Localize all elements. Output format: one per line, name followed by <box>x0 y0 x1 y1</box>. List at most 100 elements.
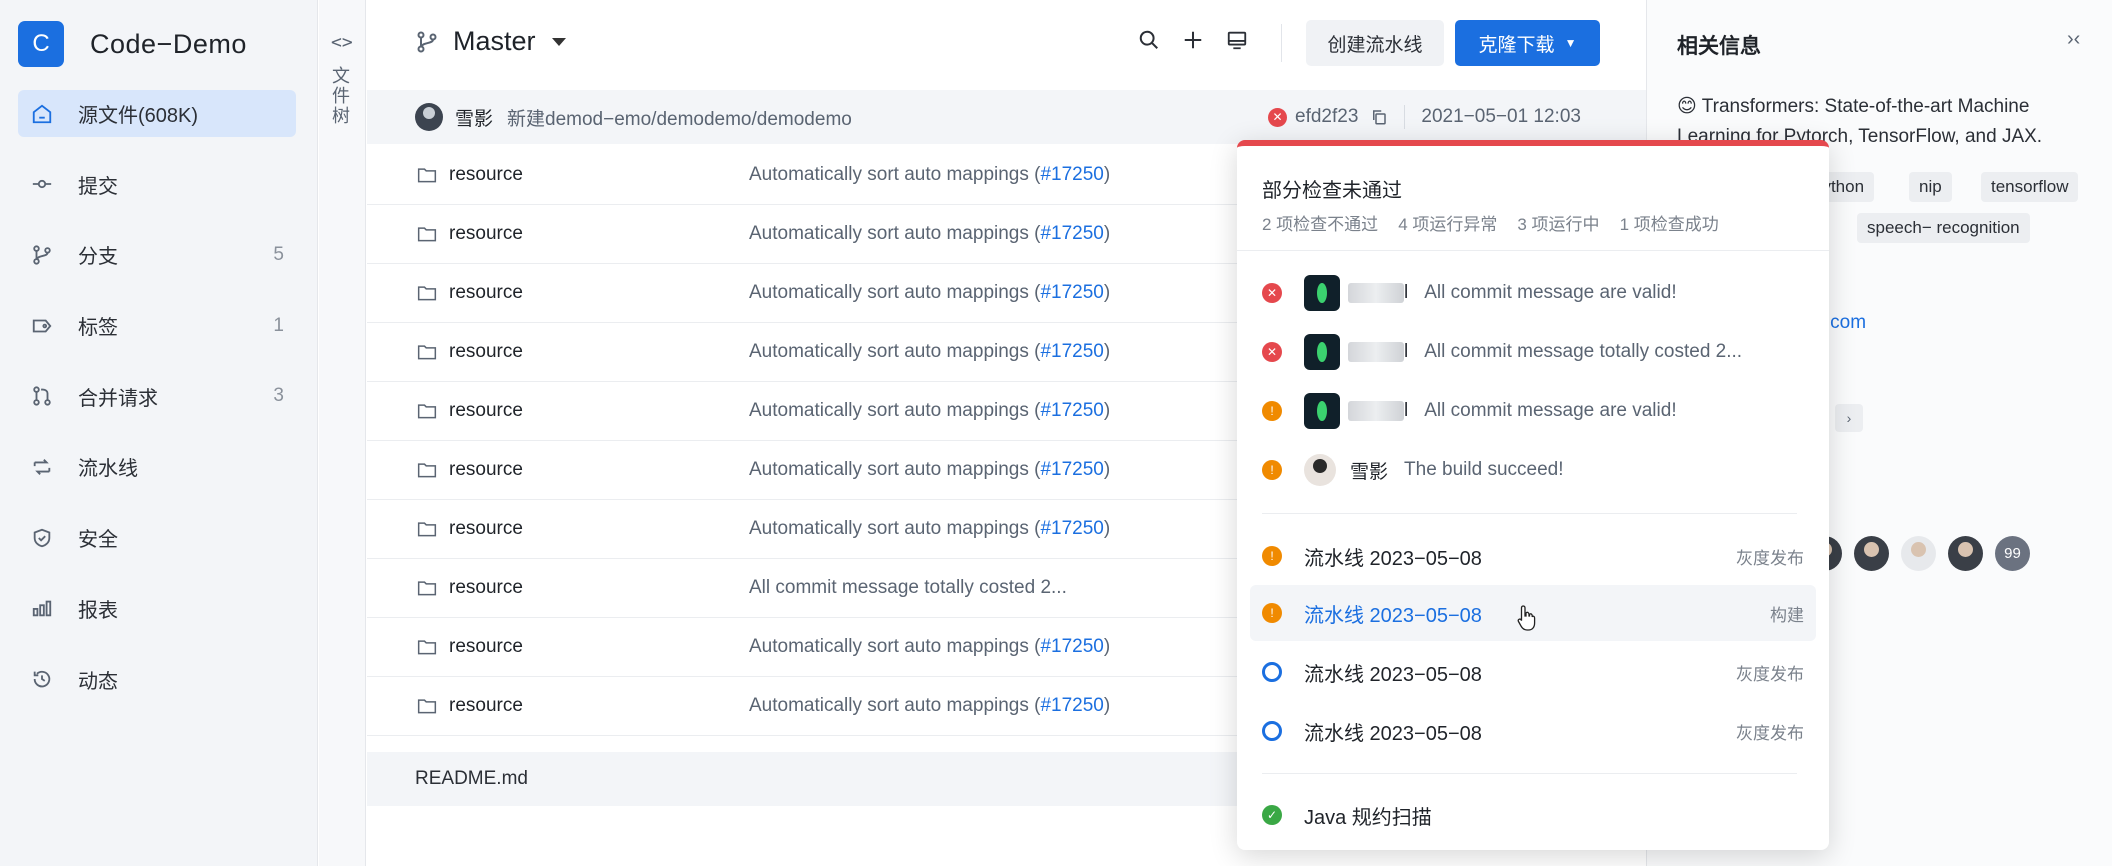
check-failed-icon[interactable]: ✕ <box>1268 107 1287 127</box>
file-commit-text: Automatically sort auto mappings ( <box>749 341 1041 362</box>
file-commit-text: Automatically sort auto mappings ( <box>749 695 1041 716</box>
file-name[interactable]: resource <box>449 695 749 717</box>
folder-icon <box>417 699 437 714</box>
search-icon[interactable] <box>1137 28 1161 52</box>
create-pipeline-button[interactable]: 创建流水线 <box>1306 20 1444 66</box>
sidebar-item-branches[interactable]: 分支 5 <box>18 231 296 278</box>
repo-name: Code−Demo <box>90 28 247 59</box>
file-commit-message[interactable]: Automatically sort auto mappings (#17250… <box>749 636 1110 658</box>
toolbar-icons <box>1137 28 1249 52</box>
file-name[interactable]: resource <box>449 636 749 658</box>
file-commit-message[interactable]: All commit message totally costed 2... <box>749 577 1067 599</box>
file-name[interactable]: resource <box>449 400 749 422</box>
sidebar-item-pipelines[interactable]: 流水线 <box>18 443 296 490</box>
issue-link[interactable]: #17250 <box>1040 223 1103 244</box>
sidebar-item-commits[interactable]: 提交 <box>18 161 296 208</box>
branch-selector[interactable]: Master <box>415 26 566 57</box>
avatar[interactable] <box>1948 536 1983 571</box>
scan-name: Java 规约扫描 <box>1304 806 1432 829</box>
success-status-icon: ✓ <box>1262 805 1282 825</box>
file-name[interactable]: resource <box>449 164 749 186</box>
folder-icon <box>417 522 437 537</box>
check-item[interactable]: ! 雪影 The build succeed! <box>1262 445 1807 495</box>
sidebar-item-source-files[interactable]: 源文件(608K) <box>18 90 296 137</box>
file-name[interactable]: resource <box>449 518 749 540</box>
summary-abnormal: 4 项运行异常 <box>1398 215 1498 234</box>
file-name[interactable]: resource <box>449 577 749 599</box>
tag-tensorflow[interactable]: tensorflow <box>1981 172 2079 202</box>
brand[interactable]: C Code−Demo <box>18 21 247 67</box>
redacted-name <box>1348 342 1404 362</box>
avatar[interactable] <box>1854 536 1889 571</box>
web-ide-icon[interactable] <box>1225 28 1249 52</box>
check-item[interactable]: ! l All commit message are valid! <box>1262 386 1807 436</box>
check-message: All commit message totally costed 2... <box>1424 341 1743 362</box>
file-commit-message[interactable]: Automatically sort auto mappings (#17250… <box>749 164 1110 186</box>
contributors-more[interactable]: 99 <box>1995 536 2030 571</box>
commit-author[interactable]: 雪影 <box>455 104 493 131</box>
file-commit-message[interactable]: Automatically sort auto mappings (#17250… <box>749 282 1110 304</box>
pipeline-item[interactable]: ! 流水线 2023−05−08 灰度发布 <box>1250 528 1816 584</box>
issue-link[interactable]: #17250 <box>1040 164 1103 185</box>
scan-item[interactable]: ✓ Java 规约扫描 <box>1262 795 1432 835</box>
issue-link[interactable]: #17250 <box>1040 341 1103 362</box>
issue-link[interactable]: #17250 <box>1040 636 1103 657</box>
code-toggle-icon[interactable]: <> <box>331 32 353 53</box>
sidebar-item-label: 分支 <box>78 246 118 269</box>
file-commit-tail: ) <box>1103 695 1111 716</box>
check-name-suffix: l <box>1404 341 1409 362</box>
popover-title: 部分检查未通过 <box>1262 180 1402 202</box>
sidebar-item-label: 动态 <box>78 670 118 693</box>
file-commit-text: Automatically sort auto mappings ( <box>749 636 1041 657</box>
sidebar-item-count: 1 <box>273 314 284 336</box>
file-commit-message[interactable]: Automatically sort auto mappings (#17250… <box>749 518 1110 540</box>
pipeline-name: 流水线 2023−05−08 <box>1304 547 1482 570</box>
issue-link[interactable]: #17250 <box>1040 400 1103 421</box>
commit-message[interactable]: 新建demod−emo/demodemo/demodemo <box>507 104 852 131</box>
file-commit-message[interactable]: Automatically sort auto mappings (#17250… <box>749 459 1110 481</box>
file-name[interactable]: resource <box>449 223 749 245</box>
tag-speech-recognition[interactable]: speech− recognition <box>1857 213 2030 243</box>
file-commit-tail: ) <box>1103 341 1111 362</box>
file-tree-rail[interactable]: <> 文件树 <box>319 0 366 866</box>
file-commit-text: All commit message totally costed 2... <box>749 577 1067 598</box>
sidebar-item-merge-requests[interactable]: 合并请求 3 <box>18 373 296 420</box>
sidebar-item-reports[interactable]: 报表 <box>18 585 296 632</box>
chart-icon <box>30 596 54 620</box>
summary-failed: 2 项检查不通过 <box>1262 215 1379 234</box>
pipeline-stage: 灰度发布 <box>1736 723 1804 743</box>
warning-status-icon: ! <box>1262 460 1282 480</box>
chevron-right-icon[interactable]: › <box>1835 404 1863 432</box>
file-name[interactable]: resource <box>449 341 749 363</box>
tag-nip[interactable]: nip <box>1909 172 1952 202</box>
history-icon <box>30 667 54 691</box>
commit-date: 2021−05−01 12:03 <box>1421 106 1581 127</box>
file-name[interactable]: resource <box>449 459 749 481</box>
pipeline-name: 流水线 2023−05−08 <box>1304 663 1482 686</box>
file-commit-message[interactable]: Automatically sort auto mappings (#17250… <box>749 223 1110 245</box>
collapse-icon[interactable]: ›‹ <box>2067 28 2080 51</box>
file-name[interactable]: resource <box>449 282 749 304</box>
add-icon[interactable] <box>1181 28 1205 52</box>
clone-download-button[interactable]: 克隆下载 ▼ <box>1455 20 1600 66</box>
issue-link[interactable]: #17250 <box>1040 459 1103 480</box>
file-commit-message[interactable]: Automatically sort auto mappings (#17250… <box>749 695 1110 717</box>
sidebar-item-activity[interactable]: 动态 <box>18 656 296 703</box>
sidebar-item-security[interactable]: 安全 <box>18 514 296 561</box>
issue-link[interactable]: #17250 <box>1040 518 1103 539</box>
pipeline-item[interactable]: 流水线 2023−05−08 灰度发布 <box>1250 644 1816 700</box>
issue-link[interactable]: #17250 <box>1040 695 1103 716</box>
check-item[interactable]: ✕ l All commit message are valid! <box>1262 268 1807 318</box>
file-commit-message[interactable]: Automatically sort auto mappings (#17250… <box>749 400 1110 422</box>
file-commit-message[interactable]: Automatically sort auto mappings (#17250… <box>749 341 1110 363</box>
copy-icon[interactable] <box>1370 108 1388 126</box>
commit-sha[interactable]: efd2f23 <box>1295 106 1358 128</box>
toolbar-divider <box>1281 24 1282 62</box>
pipeline-item[interactable]: 流水线 2023−05−08 灰度发布 <box>1250 703 1816 759</box>
avatar[interactable] <box>1901 536 1936 571</box>
folder-icon <box>417 168 437 183</box>
sidebar-item-tags[interactable]: 标签 1 <box>18 302 296 349</box>
check-item[interactable]: ✕ l All commit message totally costed 2.… <box>1262 327 1807 377</box>
issue-link[interactable]: #17250 <box>1040 282 1103 303</box>
repo-logo: C <box>18 21 64 67</box>
